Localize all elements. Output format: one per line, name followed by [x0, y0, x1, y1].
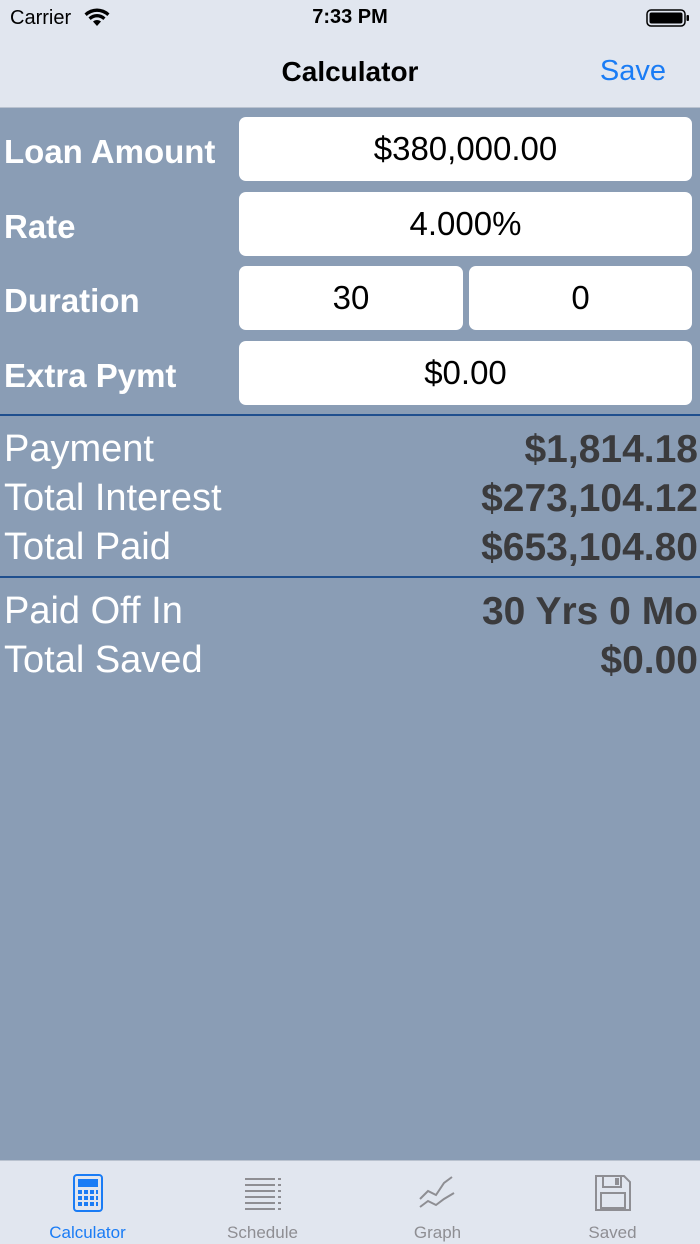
total-paid-label: Total Paid — [4, 526, 171, 568]
paid-off-label: Paid Off In — [4, 590, 183, 632]
total-paid-row: Total Paid $653,104.80 — [0, 526, 700, 576]
total-paid-value: $653,104.80 — [481, 526, 698, 569]
page-title: Calculator — [281, 56, 419, 87]
payment-row: Payment $1,814.18 — [0, 428, 700, 478]
loan-amount-label: Loan Amount — [4, 133, 216, 170]
rate-field[interactable]: 4.000% — [239, 192, 692, 256]
duration-label: Duration — [4, 282, 140, 319]
total-saved-label: Total Saved — [4, 639, 203, 681]
paid-off-row: Paid Off In 30 Yrs 0 Mo — [0, 590, 700, 640]
calculator-icon — [72, 1174, 103, 1212]
navigation-bar: Calculator Save — [0, 34, 700, 108]
total-interest-value: $273,104.12 — [481, 477, 698, 520]
status-bar: Carrier 7:33 PM — [0, 0, 700, 34]
tab-graph[interactable]: Graph — [350, 1161, 525, 1244]
save-button[interactable]: Save — [600, 55, 666, 88]
duration-months-field[interactable]: 0 — [469, 266, 692, 330]
payment-label: Payment — [4, 428, 154, 470]
loan-amount-row: Loan Amount $380,000.00 — [0, 117, 700, 183]
status-time: 7:33 PM — [312, 6, 388, 28]
duration-years-field[interactable]: 30 — [239, 266, 463, 330]
list-icon — [244, 1178, 281, 1210]
floppy-disk-icon — [594, 1175, 631, 1211]
payment-value: $1,814.18 — [524, 428, 698, 471]
extra-payment-row: Extra Pymt $0.00 — [0, 341, 700, 407]
total-interest-row: Total Interest $273,104.12 — [0, 477, 700, 527]
graph-icon — [418, 1176, 455, 1208]
loan-amount-field[interactable]: $380,000.00 — [239, 117, 692, 181]
tab-label: Calculator — [49, 1223, 126, 1242]
tab-calculator[interactable]: Calculator — [0, 1161, 175, 1244]
rate-row: Rate 4.000% — [0, 192, 700, 258]
total-interest-label: Total Interest — [4, 477, 222, 519]
total-saved-value: $0.00 — [600, 639, 698, 682]
section-divider — [0, 576, 700, 578]
tab-label: Saved — [588, 1223, 637, 1242]
tab-saved[interactable]: Saved — [525, 1161, 700, 1244]
tab-schedule[interactable]: Schedule — [175, 1161, 350, 1244]
battery-icon — [646, 9, 689, 27]
rate-label: Rate — [4, 208, 76, 245]
section-divider — [0, 414, 700, 416]
duration-row: Duration 30 0 — [0, 266, 700, 332]
tab-bar: Calculator Schedule Graph Saved — [0, 1160, 700, 1244]
paid-off-value: 30 Yrs 0 Mo — [481, 590, 698, 633]
total-saved-row: Total Saved $0.00 — [0, 639, 700, 689]
extra-payment-field[interactable]: $0.00 — [239, 341, 692, 405]
extra-payment-label: Extra Pymt — [4, 357, 177, 394]
tab-label: Schedule — [227, 1223, 298, 1242]
tab-label: Graph — [413, 1223, 462, 1242]
